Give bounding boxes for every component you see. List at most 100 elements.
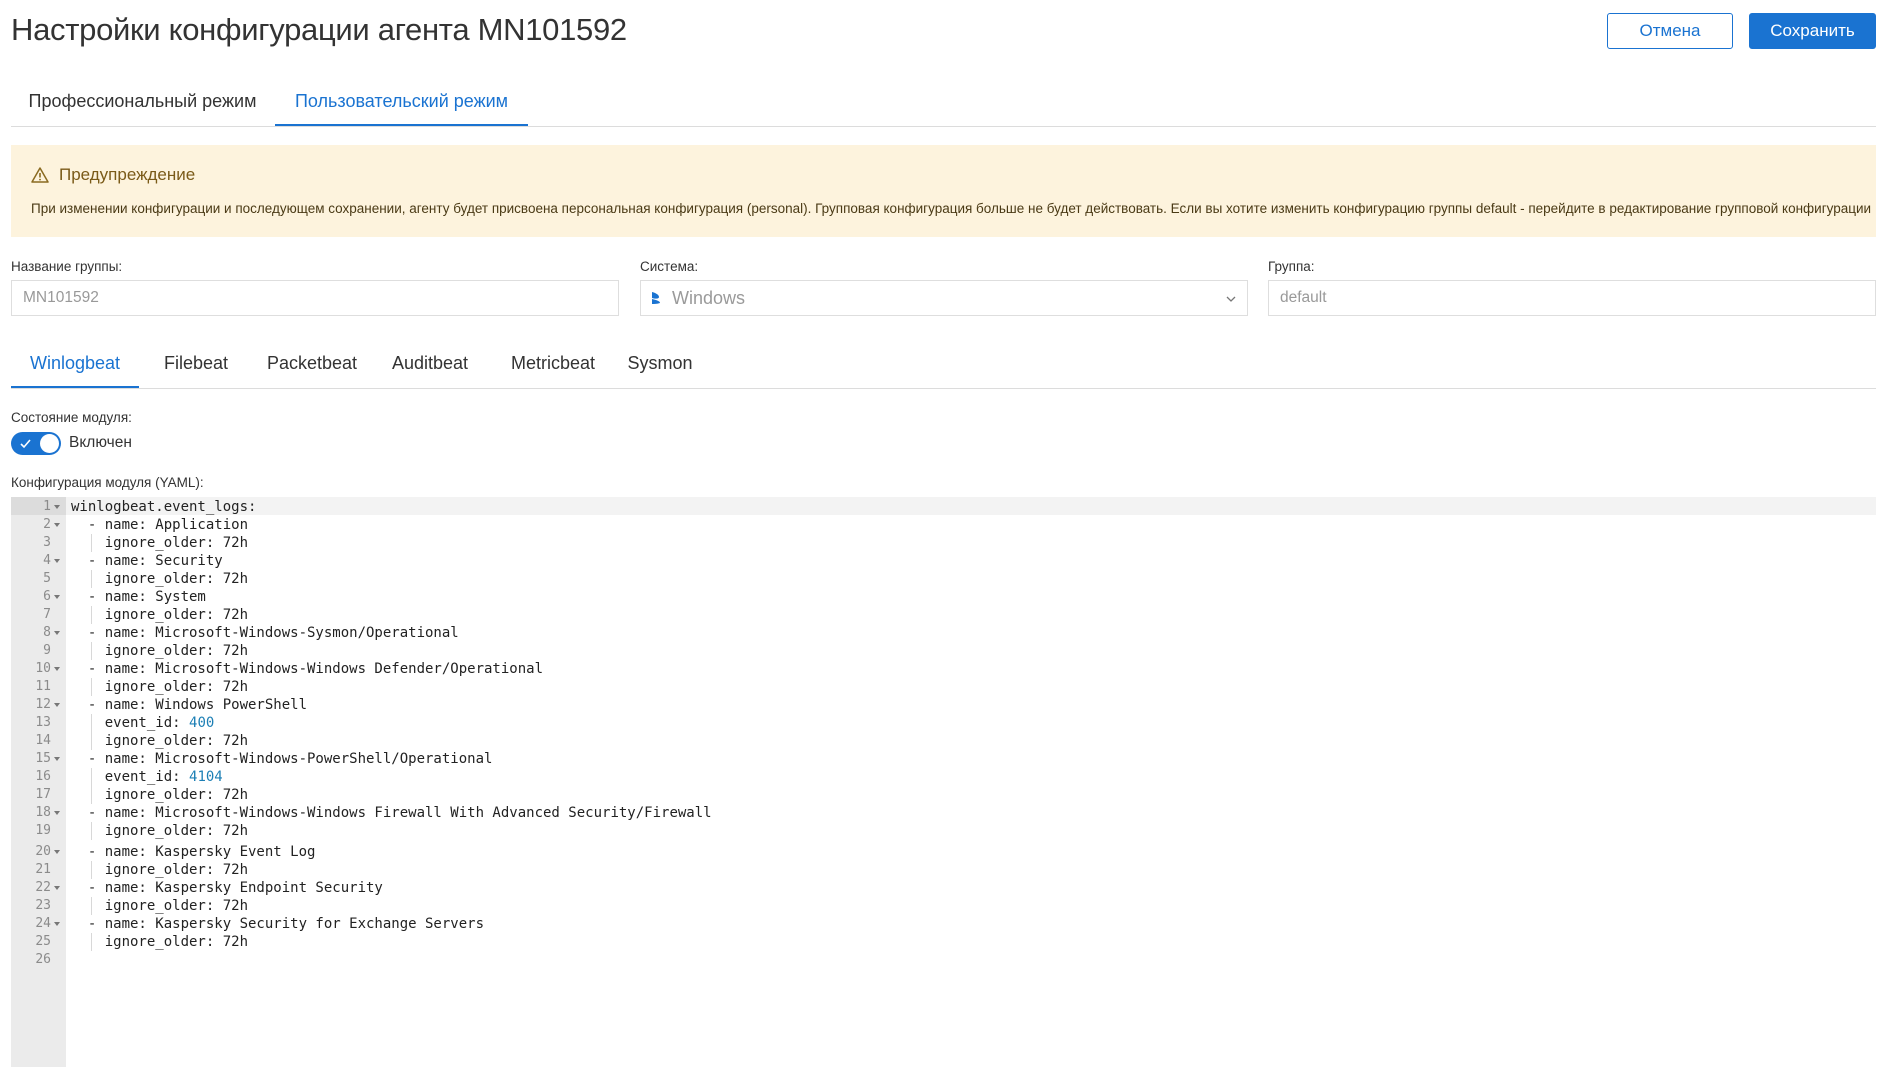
fold-arrow-icon[interactable] <box>54 886 60 890</box>
fold-arrow-icon[interactable] <box>54 922 60 926</box>
group-field[interactable] <box>1268 280 1876 316</box>
code-number: 400 <box>189 715 215 731</box>
code-text: ignore_older: 72h <box>71 571 249 587</box>
line-number: 19 <box>35 823 51 838</box>
code-line: 24 - name: Kaspersky Security for Exchan… <box>11 915 1876 933</box>
code-line: 8 - name: Microsoft-Windows-Sysmon/Opera… <box>11 624 1876 642</box>
code-line: 22 - name: Kaspersky Endpoint Security <box>11 879 1876 897</box>
tab-winlogbeat[interactable]: Winlogbeat <box>11 340 139 388</box>
code-text: - name: Windows PowerShell <box>71 697 308 713</box>
code-line: 12 - name: Windows PowerShell <box>11 696 1876 714</box>
fold-arrow-icon[interactable] <box>54 523 60 527</box>
code-text: - name: Kaspersky Security for Exchange … <box>71 916 485 932</box>
yaml-editor[interactable]: 1 winlogbeat.event_logs: 2 - name: Applica… <box>11 497 1876 1067</box>
module-state-text: Включен <box>69 434 132 451</box>
fold-arrow-icon[interactable] <box>54 631 60 635</box>
tab-user-mode[interactable]: Пользовательский режим <box>275 78 528 126</box>
code-text: ignore_older: 72h <box>71 679 249 695</box>
windows-logo-icon <box>650 291 664 305</box>
line-number: 17 <box>35 787 51 802</box>
save-button[interactable]: Сохранить <box>1749 13 1876 49</box>
group-name-input[interactable] <box>21 288 618 308</box>
fold-arrow-icon[interactable] <box>54 850 60 854</box>
line-number: 7 <box>43 607 51 622</box>
line-number: 5 <box>43 571 51 586</box>
fold-arrow-icon[interactable] <box>54 667 60 671</box>
module-state-label: Состояние модуля: <box>11 410 132 425</box>
line-number: 20 <box>35 844 51 859</box>
group-input[interactable] <box>1278 288 1875 308</box>
code-number: 4104 <box>189 769 223 785</box>
code-line: 20 - name: Kaspersky Event Log <box>11 843 1876 861</box>
code-line: 9 ignore_older: 72h <box>11 642 1876 660</box>
module-tabs: Winlogbeat Filebeat Packetbeat Auditbeat… <box>11 340 1876 389</box>
line-number: 9 <box>43 643 51 658</box>
code-text: ignore_older: 72h <box>71 823 249 839</box>
code-line: 16 event_id: 4104 <box>11 768 1876 786</box>
tab-filebeat[interactable]: Filebeat <box>148 340 244 387</box>
module-state-toggle[interactable] <box>11 432 61 455</box>
code-text: - name: Microsoft-Windows-Windows Firewa… <box>71 805 712 821</box>
line-number: 8 <box>43 625 51 640</box>
toggle-knob <box>40 434 59 453</box>
code-line: 18 - name: Microsoft-Windows-Windows Fir… <box>11 804 1876 822</box>
code-text: ignore_older: 72h <box>71 535 249 551</box>
line-number: 2 <box>43 517 51 532</box>
code-text: ignore_older: 72h <box>71 733 249 749</box>
code-text: ignore_older: 72h <box>71 787 249 803</box>
warning-icon <box>31 166 49 184</box>
code-text: ignore_older: 72h <box>71 862 249 878</box>
tab-sysmon[interactable]: Sysmon <box>617 340 703 387</box>
fold-arrow-icon[interactable] <box>54 505 60 509</box>
fold-arrow-icon[interactable] <box>54 757 60 761</box>
line-number: 15 <box>35 751 51 766</box>
fold-arrow-icon[interactable] <box>54 595 60 599</box>
code-text: event_id: 4104 <box>71 769 223 785</box>
code-line: 3 ignore_older: 72h <box>11 534 1876 552</box>
code-line: 19 ignore_older: 72h <box>11 822 1876 840</box>
line-number: 3 <box>43 535 51 550</box>
line-number: 10 <box>35 661 51 676</box>
group-label: Группа: <box>1268 259 1315 274</box>
code-line: 21 ignore_older: 72h <box>11 861 1876 879</box>
group-name-field[interactable] <box>11 280 619 316</box>
tab-auditbeat[interactable]: Auditbeat <box>377 340 483 387</box>
line-number: 14 <box>35 733 51 748</box>
line-number: 25 <box>35 934 51 949</box>
code-text: - name: Microsoft-Windows-Windows Defend… <box>71 661 544 677</box>
warning-title: Предупреждение <box>59 165 196 184</box>
code-line: 6 - name: System <box>11 588 1876 606</box>
system-label: Система: <box>640 259 699 274</box>
page-title: Настройки конфигурации агента MN101592 <box>11 12 627 47</box>
warning-text: При изменении конфигурации и последующем… <box>31 201 1872 216</box>
yaml-config-label: Конфигурация модуля (YAML): <box>11 475 204 490</box>
warning-header: Предупреждение <box>31 165 195 185</box>
code-line: 4 - name: Security <box>11 552 1876 570</box>
code-text: - name: Microsoft-Windows-PowerShell/Ope… <box>71 751 493 767</box>
fold-arrow-icon[interactable] <box>54 811 60 815</box>
code-line: 1 winlogbeat.event_logs: <box>11 498 1876 516</box>
system-value: Windows <box>672 287 746 308</box>
code-text: - name: Application <box>71 517 249 533</box>
code-text: winlogbeat.event_logs: <box>71 499 257 515</box>
cancel-button[interactable]: Отмена <box>1607 13 1733 49</box>
mode-tabs: Профессиональный режим Пользовательский … <box>11 78 1876 127</box>
code-line: 17 ignore_older: 72h <box>11 786 1876 804</box>
fold-arrow-icon[interactable] <box>54 703 60 707</box>
line-number: 24 <box>35 916 51 931</box>
group-name-label: Название группы: <box>11 259 123 274</box>
tab-packetbeat[interactable]: Packetbeat <box>253 340 371 387</box>
code-line: 23 ignore_older: 72h <box>11 897 1876 915</box>
tab-metricbeat[interactable]: Metricbeat <box>489 340 617 387</box>
line-number: 16 <box>35 769 51 784</box>
tab-professional-mode[interactable]: Профессиональный режим <box>11 78 274 125</box>
line-number: 22 <box>35 880 51 895</box>
line-number: 21 <box>35 862 51 877</box>
code-text: - name: Microsoft-Windows-Sysmon/Operati… <box>71 625 459 641</box>
code-line: 13 event_id: 400 <box>11 714 1876 732</box>
line-number: 12 <box>35 697 51 712</box>
fold-arrow-icon[interactable] <box>54 559 60 563</box>
system-select[interactable]: Windows <box>640 280 1248 316</box>
code-line: 25 ignore_older: 72h <box>11 933 1876 951</box>
line-number: 23 <box>35 898 51 913</box>
